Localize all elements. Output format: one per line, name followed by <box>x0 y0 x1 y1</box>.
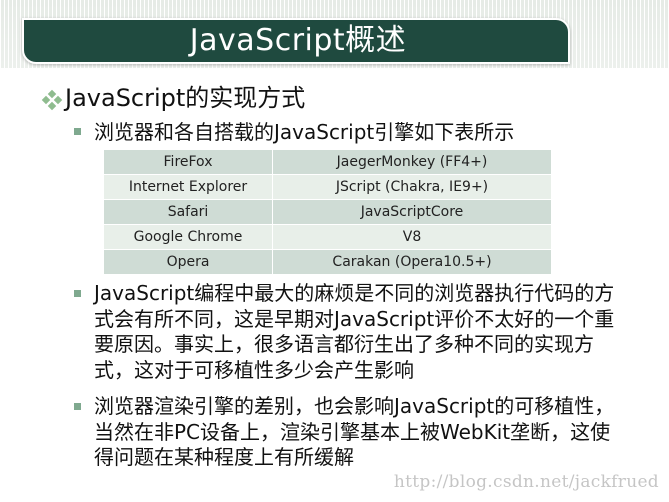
browser-cell: FireFox <box>104 150 273 175</box>
table-row: Google Chrome V8 <box>104 224 552 250</box>
table-row: Internet Explorer JScript (Chakra, IE9+) <box>104 174 552 200</box>
section-heading: JavaScript的实现方式 <box>65 84 306 112</box>
bullet-text: 浏览器渲染引擎的差别，也会影响JavaScript的可移植性，当然在非PC设备上… <box>94 394 615 469</box>
slide-title: JavaScript概述 <box>189 23 407 58</box>
table-row: Opera Carakan (Opera10.5+) <box>104 249 552 275</box>
bullet-text: 浏览器和各自搭载的JavaScript引擎如下表所示 <box>94 120 515 144</box>
square-bullet-icon <box>74 128 81 135</box>
square-bullet-icon <box>74 290 81 297</box>
bullet-item: 浏览器渲染引擎的差别，也会影响JavaScript的可移植性，当然在非PC设备上… <box>74 394 626 471</box>
engine-cell: Carakan (Opera10.5+) <box>272 249 552 275</box>
watermark: http://blog.csdn.net/jackfrued <box>393 472 659 492</box>
browser-cell: Internet Explorer <box>104 174 273 200</box>
engine-cell: JavaScriptCore <box>272 199 552 225</box>
square-bullet-icon <box>74 403 81 410</box>
browser-cell: Google Chrome <box>104 224 273 250</box>
engine-table: FireFox JaegerMonkey (FF4+) Internet Exp… <box>104 150 552 275</box>
engine-cell: V8 <box>272 224 552 250</box>
bullet-item: JavaScript编程中最大的麻烦是不同的浏览器执行代码的方式会有所不同，这是… <box>74 281 626 383</box>
section-heading-row: JavaScript的实现方式 <box>41 80 306 116</box>
bullet-item: 浏览器和各自搭载的JavaScript引擎如下表所示 <box>74 119 514 145</box>
table-row: Safari JavaScriptCore <box>104 199 552 225</box>
browser-cell: Safari <box>104 199 273 225</box>
four-diamond-icon <box>41 89 63 111</box>
table-row: FireFox JaegerMonkey (FF4+) <box>104 150 552 175</box>
browser-cell: Opera <box>104 249 273 275</box>
engine-cell: JScript (Chakra, IE9+) <box>272 174 552 200</box>
bullet-text: JavaScript编程中最大的麻烦是不同的浏览器执行代码的方式会有所不同，这是… <box>94 281 615 382</box>
title-bar: JavaScript概述 <box>22 18 570 64</box>
engine-cell: JaegerMonkey (FF4+) <box>272 150 552 175</box>
